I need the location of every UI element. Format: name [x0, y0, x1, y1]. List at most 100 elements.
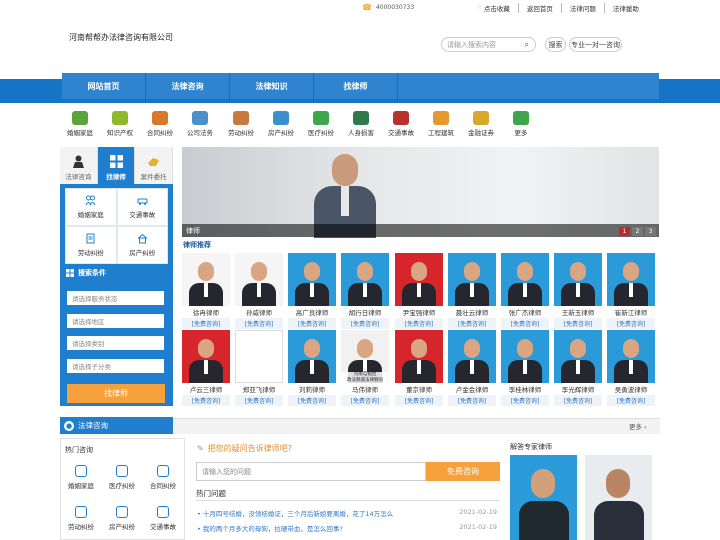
free-consult-link[interactable]: [免费咨询]: [341, 395, 389, 406]
grid-marriage[interactable]: 婚姻家庭: [65, 188, 117, 226]
legal-aid-link[interactable]: 法律援助: [603, 3, 647, 13]
lawyer-card[interactable]: 卢云三律师 [免费咨询]: [182, 330, 230, 406]
free-consult-link[interactable]: [免费咨询]: [554, 395, 602, 406]
hot-consult-item[interactable]: 房产纠纷: [102, 506, 142, 531]
subcategory-select[interactable]: 请选择子分类: [67, 359, 164, 373]
region-select[interactable]: 请选择地区: [67, 314, 164, 328]
service-status-select[interactable]: 请选择服务状态: [67, 291, 164, 305]
lawyer-photo: [288, 330, 336, 383]
home-link[interactable]: 返回首页: [517, 3, 561, 13]
free-consult-link[interactable]: [免费咨询]: [341, 318, 389, 329]
category-item[interactable]: 交通事故: [381, 111, 421, 137]
legal-question-link[interactable]: 法律问题: [560, 3, 604, 13]
find-lawyer-button[interactable]: 找律师: [67, 384, 165, 403]
one-on-one-consult-button[interactable]: 专业一对一咨询: [569, 37, 622, 52]
free-consult-link[interactable]: [免费咨询]: [288, 318, 336, 329]
tab-find-lawyer[interactable]: 找律师: [97, 147, 136, 184]
banner-page-1[interactable]: 1: [619, 227, 630, 236]
category-item[interactable]: 工程建筑: [421, 111, 461, 137]
free-consult-link[interactable]: [免费咨询]: [501, 318, 549, 329]
category-item[interactable]: 劳动纠纷: [221, 111, 261, 137]
question-input[interactable]: 请输入您的问题: [196, 462, 426, 481]
lawyer-card[interactable]: 聂壮云律师 [免费咨询]: [448, 253, 496, 329]
hot-question-item[interactable]: • 十月四号结婚，没领结婚证，三个月后新娘要离婚，花了14万怎么 2021-02-…: [197, 508, 497, 518]
category-item[interactable]: 医疗纠纷: [301, 111, 341, 137]
company-name: 河南帮帮办法律咨询有限公司: [69, 33, 173, 42]
lawyer-card[interactable]: 刘莉律师 [免费咨询]: [288, 330, 336, 406]
search-icon[interactable]: ⌕: [525, 40, 529, 50]
lawyer-photo: [395, 253, 443, 306]
category-icon: [473, 111, 489, 125]
phone-icon: ☎: [362, 3, 372, 12]
category-select[interactable]: 请选择类别: [67, 336, 164, 350]
lawyer-card[interactable]: 张广杰律师 [免费咨询]: [501, 253, 549, 329]
lawyer-photo: [501, 330, 549, 383]
grid-icon: [109, 155, 123, 168]
free-consult-link[interactable]: [免费咨询]: [501, 395, 549, 406]
banner-page-3[interactable]: 3: [645, 227, 656, 236]
free-consult-link[interactable]: [免费咨询]: [235, 318, 283, 329]
lawyer-photo: [235, 253, 283, 306]
lawyer-card[interactable]: 崔新江律师 [免费咨询]: [607, 253, 655, 329]
category-item[interactable]: 房产纠纷: [261, 111, 301, 137]
category-item[interactable]: 金融证券: [461, 111, 501, 137]
lawyer-card[interactable]: 郑亚飞律师 [免费咨询]: [235, 330, 283, 406]
favorite-link[interactable]: 点击收藏: [484, 3, 518, 13]
category-item[interactable]: 更多: [501, 111, 541, 137]
tab-legal-consult[interactable]: 法律咨询: [60, 147, 98, 184]
grid-traffic[interactable]: 交通事故: [116, 188, 168, 226]
tab-case-entrust[interactable]: 案件委托: [135, 147, 174, 184]
lawyer-card[interactable]: 高广良律师 [免费咨询]: [288, 253, 336, 329]
category-item[interactable]: 婚姻家庭: [60, 111, 100, 137]
free-consult-link[interactable]: [免费咨询]: [607, 395, 655, 406]
category-item[interactable]: 人身损害: [341, 111, 381, 137]
free-consult-link[interactable]: [免费咨询]: [448, 395, 496, 406]
lawyer-card[interactable]: 李桂林律师 [免费咨询]: [501, 330, 549, 406]
nav-home[interactable]: 网站首页: [62, 73, 146, 99]
banner-page-2[interactable]: 2: [632, 227, 643, 236]
search-input[interactable]: 请输入搜索内容 ⌕: [441, 37, 536, 52]
lawyer-card[interactable]: 河南电视台 政法频道法律顾问 马伟律师 [免费咨询]: [341, 330, 389, 406]
hot-question-item[interactable]: • 我的两个月多大的母狗，拉硬带血，是怎么回事? 2021-02-19: [197, 523, 497, 533]
free-consult-button[interactable]: 免费咨询: [426, 462, 500, 481]
expert-lawyer-photo[interactable]: [510, 455, 577, 540]
free-consult-link[interactable]: [免费咨询]: [448, 318, 496, 329]
lawyer-card[interactable]: 尹宝强律师 [免费咨询]: [395, 253, 443, 329]
lawyer-card[interactable]: 董京律师 [免费咨询]: [395, 330, 443, 406]
hot-consult-item[interactable]: 交通事故: [143, 506, 183, 531]
category-item[interactable]: 合同纠纷: [140, 111, 180, 137]
category-label: 劳动纠纷: [228, 129, 254, 137]
banner-caption-bar: [182, 224, 659, 237]
lawyer-card[interactable]: 王新玉律师 [免费咨询]: [554, 253, 602, 329]
grid-property[interactable]: 房产纠纷: [116, 226, 168, 264]
lawyer-card[interactable]: 吴勇波律师 [免费咨询]: [607, 330, 655, 406]
nav-legal-knowledge[interactable]: 法律知识: [230, 73, 314, 99]
free-consult-link[interactable]: [免费咨询]: [182, 318, 230, 329]
category-item[interactable]: 知识产权: [100, 111, 140, 137]
lawyer-card[interactable]: 卢金会律师 [免费咨询]: [448, 330, 496, 406]
hot-consult-item[interactable]: 合同纠纷: [143, 465, 183, 490]
free-consult-link[interactable]: [免费咨询]: [554, 318, 602, 329]
consult-section-tab[interactable]: ● 法律咨询: [60, 417, 173, 434]
hot-consult-item[interactable]: 医疗纠纷: [102, 465, 142, 490]
lawyer-card[interactable]: 徐冉律师 [免费咨询]: [182, 253, 230, 329]
nav-legal-consult[interactable]: 法律咨询: [146, 73, 230, 99]
expert-lawyer-photo[interactable]: [585, 455, 652, 540]
more-link[interactable]: 更多 ›: [629, 421, 647, 431]
free-consult-link[interactable]: [免费咨询]: [607, 318, 655, 329]
tab-legal-consult-label: 法律咨询: [65, 173, 92, 181]
search-button[interactable]: 搜索: [545, 37, 566, 52]
free-consult-link[interactable]: [免费咨询]: [395, 395, 443, 406]
lawyer-card[interactable]: 孙威律师 [免费咨询]: [235, 253, 283, 329]
grid-labor[interactable]: 劳动纠纷: [65, 226, 117, 264]
hot-consult-item[interactable]: 劳动纠纷: [61, 506, 101, 531]
lawyer-card[interactable]: 李光辉律师 [免费咨询]: [554, 330, 602, 406]
free-consult-link[interactable]: [免费咨询]: [395, 318, 443, 329]
hot-consult-item[interactable]: 婚姻家庭: [61, 465, 101, 490]
free-consult-link[interactable]: [免费咨询]: [235, 395, 283, 406]
free-consult-link[interactable]: [免费咨询]: [182, 395, 230, 406]
category-item[interactable]: 公司法务: [180, 111, 220, 137]
nav-find-lawyer[interactable]: 找律师: [314, 73, 398, 99]
free-consult-link[interactable]: [免费咨询]: [288, 395, 336, 406]
lawyer-card[interactable]: 胡行日律师 [免费咨询]: [341, 253, 389, 329]
